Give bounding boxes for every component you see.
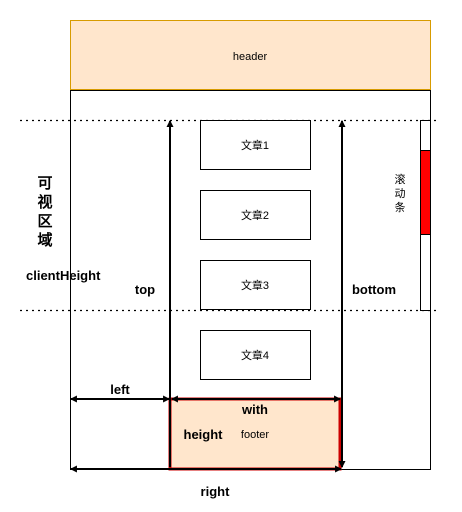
article-2-label: 文章2 bbox=[241, 208, 269, 222]
article-3: 文章3 bbox=[200, 260, 311, 310]
width-label: with bbox=[241, 402, 268, 417]
article-2: 文章2 bbox=[200, 190, 311, 240]
scrollbar-thumb bbox=[420, 150, 431, 235]
left-label: left bbox=[110, 382, 130, 397]
article-3-label: 文章3 bbox=[241, 278, 269, 292]
article-1-label: 文章1 bbox=[241, 138, 269, 152]
scrollbar-label-char-2: 动 bbox=[395, 187, 406, 200]
scrollbar-label-char-3: 条 bbox=[395, 200, 406, 214]
client-height-label: clientHeight bbox=[26, 268, 101, 283]
viewport-label-char-3: 区 bbox=[37, 213, 52, 230]
footer-label: footer bbox=[241, 429, 269, 441]
bottom-label: bottom bbox=[352, 282, 396, 297]
top-label: top bbox=[135, 282, 155, 297]
viewport-label-char-4: 域 bbox=[37, 231, 52, 249]
diagram: header 文章1 文章2 文章3 文章4 滚 动 条 可 视 区 域 cli… bbox=[0, 0, 462, 512]
scrollbar bbox=[420, 120, 431, 311]
header-label: header bbox=[233, 51, 268, 63]
article-4-label: 文章4 bbox=[241, 348, 269, 362]
viewport-label-char-1: 可 bbox=[37, 175, 52, 192]
article-4: 文章4 bbox=[200, 330, 311, 380]
article-1: 文章1 bbox=[200, 120, 311, 170]
right-label: right bbox=[201, 484, 231, 499]
scrollbar-label-char-1: 滚 bbox=[395, 172, 406, 186]
viewport-label-char-2: 视 bbox=[37, 193, 52, 211]
height-label: height bbox=[184, 427, 224, 442]
diagram-canvas: header 文章1 文章2 文章3 文章4 滚 动 条 可 视 区 域 cli… bbox=[20, 20, 440, 499]
header-box: header bbox=[70, 20, 431, 90]
